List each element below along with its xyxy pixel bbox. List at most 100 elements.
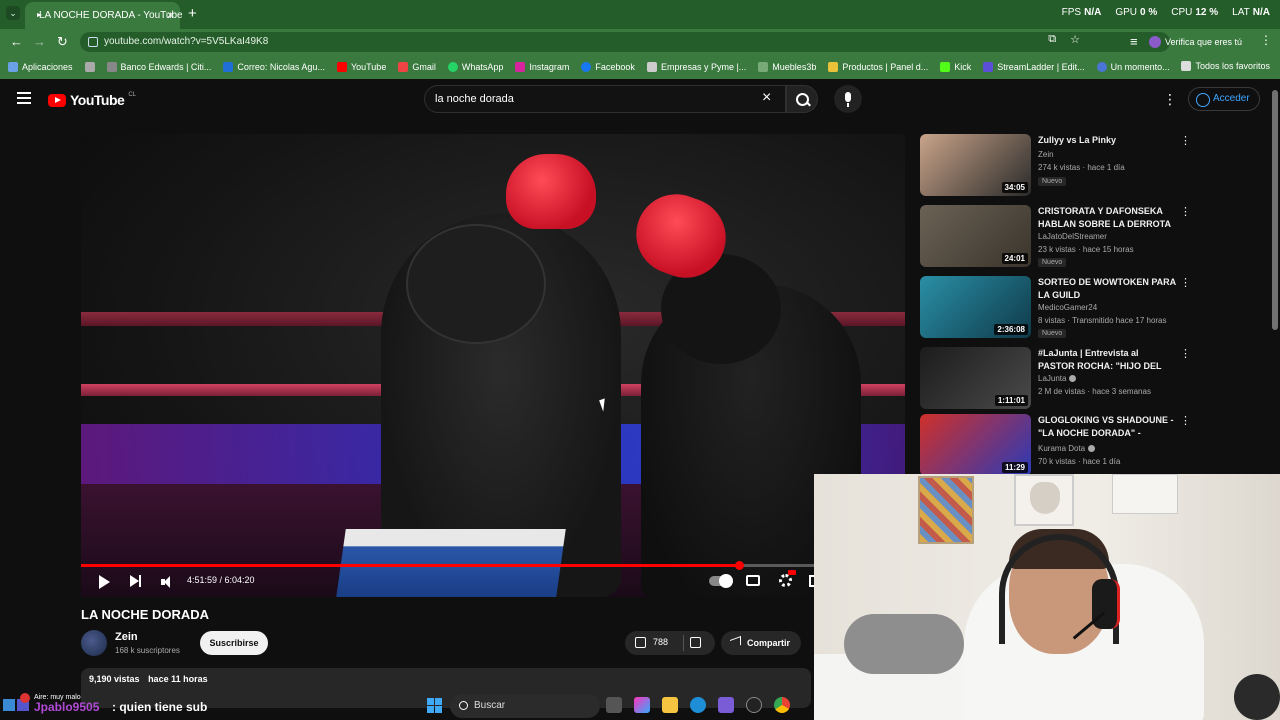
clear-search-icon[interactable]: × [762,90,771,106]
verified-icon [1088,445,1096,453]
search-input[interactable]: la noche dorada [424,85,786,113]
browser-tab[interactable]: LA NOCHE DORADA - YouTube × [25,2,183,29]
recommendation-item[interactable]: 2:36:08 SORTEO DE WOWTOKEN PARA LA GUILD… [920,276,1191,340]
more-options-icon[interactable]: ⋮ [1180,205,1191,218]
site-info-icon[interactable] [88,37,98,47]
bookmark-star-icon[interactable]: ☆ [1070,33,1080,46]
recommendation-channel[interactable]: LaJunta [1038,374,1077,383]
settings-menu-icon[interactable]: ⋮ [1163,91,1177,108]
new-badge: Nuevo [1038,177,1067,186]
more-options-icon[interactable]: ⋮ [1180,276,1191,289]
next-video-icon[interactable] [130,575,141,587]
hd-badge-icon [788,570,796,575]
more-options-icon[interactable]: ⋮ [1180,134,1191,147]
channel-avatar[interactable] [81,630,107,656]
recommendation-title[interactable]: Zullyy vs La Pinky [1038,134,1176,147]
store-icon[interactable] [718,697,734,713]
browser-menu-icon[interactable]: ⋮ [1260,33,1272,47]
video-thumbnail[interactable]: 24:01 [920,205,1031,267]
recommendation-item[interactable]: 24:01 CRISTORATA Y DAFONSEKA HABLAN SOBR… [920,205,1191,269]
url-field[interactable]: youtube.com/watch?v=5V5LKaI49K8 [80,32,1170,52]
recommendation-item[interactable]: 1:11:01 #LaJunta | Entrevista al PASTOR … [920,347,1191,411]
recommendation-channel[interactable]: Zein [1038,150,1054,159]
video-thumbnail[interactable]: 2:36:08 [920,276,1031,338]
search-button[interactable] [786,85,818,113]
file-explorer-icon[interactable] [662,697,678,713]
dell-icon[interactable] [746,697,762,713]
bookmark-youtube[interactable]: YouTube [336,62,386,72]
bookmark-empresas[interactable]: Empresas y Pyme |... [646,62,746,72]
new-tab-icon[interactable]: + [188,5,197,22]
recommendation-item[interactable]: 34:05 Zullyy vs La Pinky Zein 274 k vist… [920,134,1191,198]
bookmark-correo[interactable]: Correo: Nicolas Agu... [223,62,325,72]
browser-tab-bar: ⌄ LA NOCHE DORADA - YouTube × + FPS N/A G… [0,0,1280,29]
recommendation-title[interactable]: GLOGLOKING VS SHADOUNE - "LA NOCHE DORAD… [1038,414,1176,440]
profile-verify-button[interactable]: Verifica que eres tú [1145,33,1250,51]
install-app-icon[interactable]: ⧉ [1048,33,1056,46]
subtitles-icon[interactable] [746,575,760,586]
tab-search-button[interactable]: ⌄ [6,6,20,20]
bookmark-gmail[interactable]: Gmail [398,62,436,72]
play-icon[interactable] [99,575,110,589]
bookmark-muebles[interactable]: Muebles3b [758,62,816,72]
reload-icon[interactable]: ↻ [57,34,68,50]
taskbar-search[interactable]: Buscar [450,694,600,718]
menu-hamburger-icon[interactable] [17,92,31,104]
progress-bar[interactable] [81,564,905,567]
recommendation-title[interactable]: SORTEO DE WOWTOKEN PARA LA GUILD [1038,276,1176,302]
more-options-icon[interactable]: ⋮ [1180,347,1191,360]
duration-badge: 1:11:01 [994,395,1028,406]
folder-icon [1181,61,1192,71]
sign-in-button[interactable]: Acceder [1188,87,1260,111]
new-badge: Nuevo [1038,258,1067,267]
bookmark-grid[interactable] [84,62,95,72]
voice-search-button[interactable] [834,85,862,113]
all-bookmarks-button[interactable]: Todos los favoritos [1181,61,1270,71]
bookmark-facebook[interactable]: Facebook [581,62,635,72]
windows-start-icon[interactable] [427,698,442,713]
bookmark-apps[interactable]: Aplicaciones [8,62,73,72]
task-view-icon[interactable] [606,697,622,713]
subscribe-button[interactable]: Suscribirse [200,631,268,655]
video-player[interactable]: 4:51:59 / 6:04:20 [81,134,905,597]
recommendation-meta: 2 M de vistas · hace 3 semanas [1038,387,1151,396]
recommendation-title[interactable]: #LaJunta | Entrevista al PASTOR ROCHA: "… [1038,347,1176,373]
bookmark-banco[interactable]: Banco Edwards | Citi... [106,62,211,72]
volume-icon[interactable] [161,576,173,588]
boxing-glove [506,154,596,229]
bookmark-kick[interactable]: Kick [940,62,971,72]
copilot-icon[interactable] [634,697,650,713]
bookmark-instagram[interactable]: Instagram [515,62,569,72]
scrollbar-thumb[interactable] [1272,90,1278,330]
chrome-icon[interactable] [774,697,790,713]
edge-icon[interactable] [690,697,706,713]
screen: ⌄ LA NOCHE DORADA - YouTube × + FPS N/A G… [0,0,1280,720]
recommendation-title[interactable]: CRISTORATA Y DAFONSEKA HABLAN SOBRE LA D… [1038,205,1176,231]
autoplay-toggle[interactable] [709,574,733,588]
media-queue-icon[interactable]: ≡ [1130,34,1138,49]
recommendation-channel[interactable]: MedicoGamer24 [1038,303,1097,312]
video-thumbnail[interactable]: 1:11:01 [920,347,1031,409]
bookmark-productos[interactable]: Productos | Panel d... [828,62,928,72]
thumbs-up-icon[interactable] [635,637,646,648]
chat-message: : quien tiene sub [112,700,208,714]
settings-gear-icon[interactable] [779,574,792,587]
bookmark-whatsapp[interactable]: WhatsApp [447,62,503,72]
thumbs-down-icon[interactable] [690,637,701,648]
youtube-logo[interactable]: YouTube CL [48,92,136,108]
forward-arrow-icon[interactable]: → [33,34,46,49]
video-thumbnail[interactable]: 11:29 [920,414,1031,476]
like-count[interactable]: 788 [653,637,668,647]
share-button[interactable]: Compartir [721,631,801,655]
back-arrow-icon[interactable]: ← [10,34,23,49]
recommendation-channel[interactable]: LaJatoDelStreamer [1038,232,1107,241]
close-tab-icon[interactable]: × [167,8,174,22]
recommendation-channel[interactable]: Kurama Dota [1038,444,1096,453]
more-options-icon[interactable]: ⋮ [1180,414,1191,427]
bookmark-streamladder[interactable]: StreamLadder | Edit... [983,62,1085,72]
recommendation-item[interactable]: 11:29 GLOGLOKING VS SHADOUNE - "LA NOCHE… [920,414,1191,478]
bookmark-momento[interactable]: Un momento... [1096,62,1170,72]
progress-scrubber[interactable] [735,561,744,570]
channel-name[interactable]: Zein [115,631,138,643]
video-thumbnail[interactable]: 34:05 [920,134,1031,196]
